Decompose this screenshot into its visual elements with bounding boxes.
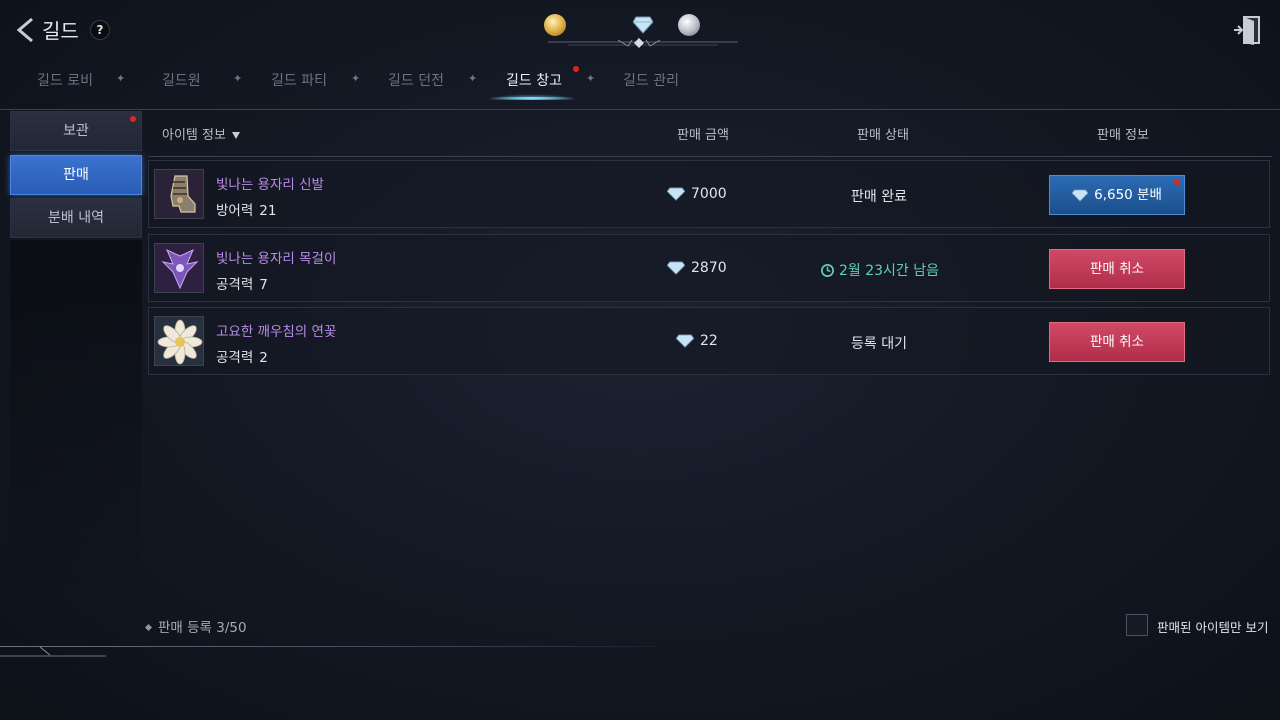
table-row[interactable]: 고요한 깨우침의 연꽃 공격력 2 22 등록 대기 판매 취소: [148, 307, 1270, 375]
tab-guild-party[interactable]: 길드 파티: [271, 70, 327, 90]
diamond-icon: [666, 261, 686, 275]
notification-badge: [1174, 179, 1180, 185]
notification-badge: [130, 116, 136, 122]
distribute-button-label: 6,650 분배: [1094, 187, 1162, 203]
guild-tabs: 길드 로비 ✦ 길드원 ✦ 길드 파티 ✦ 길드 던전 ✦ 길드 창고 ✦ 길드…: [0, 60, 1280, 100]
currency-underline-ornament: [548, 38, 738, 48]
bullet-icon: [144, 623, 153, 632]
sale-price-header: 판매 금액: [677, 128, 729, 143]
back-arrow-icon[interactable]: [14, 16, 36, 44]
item-info-header-label: 아이템 정보: [162, 128, 226, 143]
sold-only-checkbox[interactable]: [1126, 614, 1148, 636]
tab-separator-icon: ✦: [116, 72, 126, 85]
item-name: 빛나는 용자리 목걸이: [216, 251, 337, 267]
tab-separator-icon: ✦: [468, 72, 478, 85]
price-value: 7000: [691, 186, 727, 202]
stat-value: 7: [259, 277, 268, 293]
footer-ornament: [0, 646, 106, 657]
sale-price: 22: [675, 333, 718, 349]
help-icon[interactable]: ?: [90, 20, 110, 40]
tab-separator-icon: ✦: [351, 72, 361, 85]
sold-only-label[interactable]: 판매된 아이템만 보기: [1157, 617, 1268, 636]
stat-label: 방어력: [216, 203, 254, 219]
sale-status: 등록 대기: [851, 336, 907, 352]
item-stat: 방어력 21: [216, 199, 276, 219]
header: 길드 ?: [0, 0, 1280, 60]
remaining-time: 2월 23시간 남음: [839, 263, 940, 279]
sale-status-header: 판매 상태: [857, 128, 909, 143]
diamond-icon: [666, 187, 686, 201]
tab-guild-storage[interactable]: 길드 창고: [506, 70, 562, 90]
price-value: 22: [700, 333, 718, 349]
sale-info-header: 판매 정보: [1097, 128, 1149, 143]
notification-badge: [573, 66, 579, 72]
sidebar-item-sale[interactable]: 판매: [10, 155, 142, 195]
item-name: 고요한 깨우침의 연꽃: [216, 324, 337, 340]
table-header: 아이템 정보 판매 금액 판매 상태 판매 정보: [148, 114, 1272, 154]
sidebar-item-distribution-history[interactable]: 분배 내역: [10, 198, 142, 238]
gold-coin-icon[interactable]: [544, 14, 566, 36]
active-tab-underline: [490, 97, 574, 99]
cancel-sale-button[interactable]: 판매 취소: [1049, 322, 1185, 362]
diamond-icon: [675, 334, 695, 348]
registration-count-label: 판매 등록 3/50: [158, 620, 247, 636]
distribute-button[interactable]: 6,650 분배: [1049, 175, 1185, 215]
necklace-icon[interactable]: [154, 243, 204, 293]
tab-guild-members[interactable]: 길드원: [162, 70, 201, 90]
boots-icon[interactable]: [154, 169, 204, 219]
stat-label: 공격력: [216, 350, 254, 366]
stat-label: 공격력: [216, 277, 254, 293]
sale-status: 판매 완료: [851, 189, 907, 205]
stat-value: 21: [259, 203, 277, 219]
tab-guild-dungeon[interactable]: 길드 던전: [388, 70, 444, 90]
tab-separator-icon: ✦: [233, 72, 243, 85]
diamond-icon: [1071, 189, 1089, 202]
sale-status: 2월 23시간 남음: [820, 260, 939, 280]
tab-guild-management[interactable]: 길드 관리: [623, 70, 679, 90]
table-row[interactable]: 빛나는 용자리 신발 방어력 21 7000 판매 완료 6,650 분배: [148, 160, 1270, 228]
sale-price: 2870: [666, 260, 727, 276]
cancel-sale-button[interactable]: 판매 취소: [1049, 249, 1185, 289]
price-value: 2870: [691, 260, 727, 276]
sidebar-panel: [10, 240, 142, 600]
item-name: 빛나는 용자리 신발: [216, 177, 324, 193]
stat-value: 2: [259, 350, 268, 366]
sale-price: 7000: [666, 186, 727, 202]
sidebar-item-storage[interactable]: 보관: [10, 111, 142, 151]
page-title: 길드: [42, 19, 79, 43]
tab-guild-lobby[interactable]: 길드 로비: [37, 70, 93, 90]
item-stat: 공격력 2: [216, 346, 268, 366]
divider: [0, 109, 1280, 110]
divider: [148, 156, 1272, 157]
lotus-icon[interactable]: [154, 316, 204, 366]
diamond-icon[interactable]: [632, 16, 655, 38]
item-stat: 공격력 7: [216, 273, 268, 293]
sort-down-icon: [231, 132, 240, 139]
clock-icon: [821, 264, 834, 277]
table-row[interactable]: 빛나는 용자리 목걸이 공격력 7 2870 2월 23시간 남음 판매 취소: [148, 234, 1270, 302]
exit-door-icon[interactable]: [1232, 14, 1262, 46]
silver-coin-icon[interactable]: [678, 14, 700, 36]
tab-separator-icon: ✦: [586, 72, 596, 85]
item-info-sort-header[interactable]: 아이템 정보: [162, 124, 240, 143]
sale-registration-count: 판매 등록 3/50: [144, 616, 247, 636]
